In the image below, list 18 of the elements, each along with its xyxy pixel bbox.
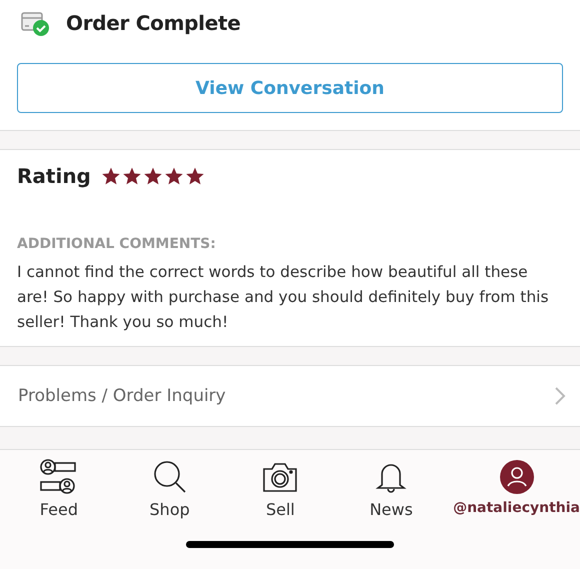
star-icon xyxy=(184,166,205,186)
nav-tab[interactable]: News xyxy=(342,458,440,519)
nav-tab[interactable]: Feed xyxy=(10,458,108,519)
comments-heading: ADDITIONAL COMMENTS: xyxy=(17,236,217,252)
order-inquiry-label: Problems / Order Inquiry xyxy=(18,386,226,406)
rating-label: Rating xyxy=(17,164,91,188)
order-status-title: Order Complete xyxy=(66,11,240,35)
avatar-icon xyxy=(498,458,535,496)
nav-tab[interactable]: Shop xyxy=(120,458,219,519)
feed-icon xyxy=(38,458,79,496)
comment-text: I cannot find the correct words to describe how beautiful all these are! So happy with purchase and you should definitely buy from this seller! Thank you so much! xyxy=(17,262,550,333)
star-icon xyxy=(122,166,142,186)
star-icon xyxy=(142,166,163,186)
chevron-right-icon xyxy=(554,386,566,406)
nav-tab[interactable]: Sell xyxy=(232,458,330,519)
nav-tab[interactable]: @nataliecynthia xyxy=(453,458,580,519)
star-icon xyxy=(100,166,121,186)
star-icon xyxy=(164,166,184,186)
